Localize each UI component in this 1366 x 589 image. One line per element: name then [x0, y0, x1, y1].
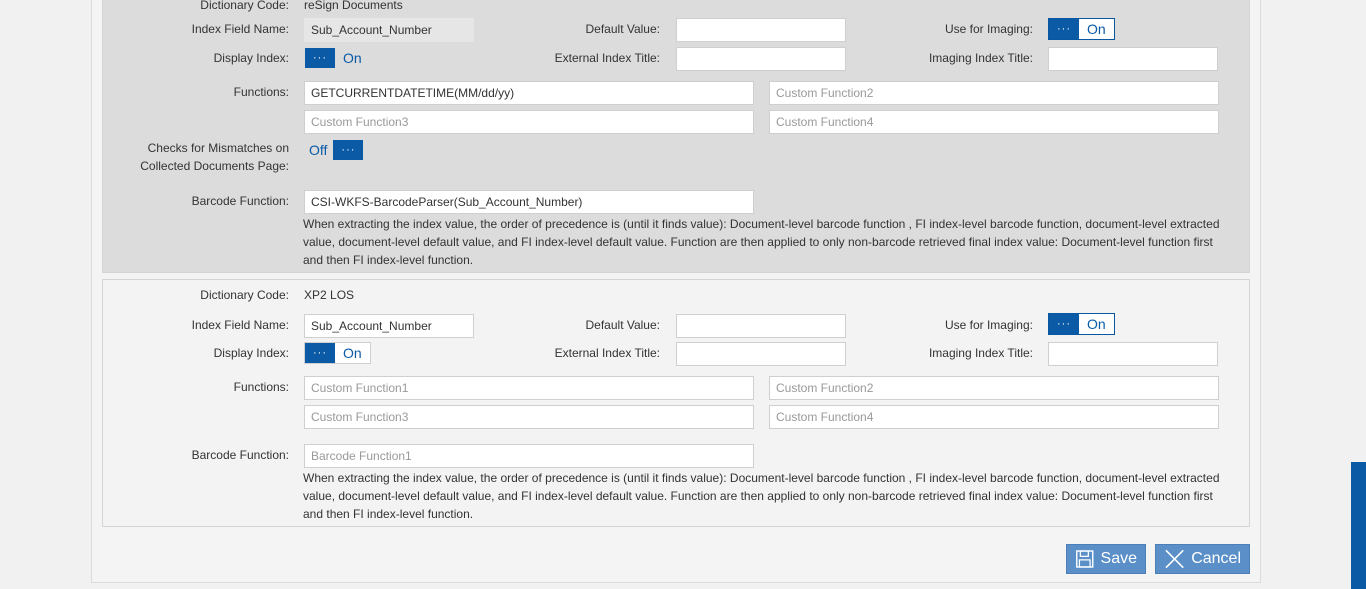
- note-line: value, document-level default value, and…: [303, 235, 1213, 249]
- toggle-handle-icon: ···: [1049, 314, 1079, 334]
- imaging-index-title-input[interactable]: [1048, 342, 1218, 366]
- cancel-label: Cancel: [1191, 550, 1241, 567]
- external-index-title-input[interactable]: [676, 342, 846, 366]
- index-mapping-section-2: Dictionary Code: XP2 LOS Index Field Nam…: [102, 279, 1250, 527]
- imaging-index-title-label: Imaging Index Title:: [928, 51, 1033, 65]
- barcode-function-input[interactable]: Barcode Function1: [304, 444, 754, 468]
- function2-input[interactable]: Custom Function2: [769, 81, 1219, 105]
- close-icon: [1165, 549, 1184, 569]
- barcode-function-input[interactable]: CSI-WKFS-BarcodeParser(Sub_Account_Numbe…: [304, 190, 754, 214]
- index-field-name-label: Index Field Name:: [191, 318, 289, 332]
- default-value-label: Default Value:: [585, 22, 661, 36]
- index-field-name-field: Sub_Account_Number: [304, 18, 474, 42]
- external-index-title-input[interactable]: [676, 47, 846, 71]
- default-value-input[interactable]: [676, 314, 846, 338]
- index-mapping-section-1: Dictionary Code: reSign Documents Index …: [102, 0, 1250, 273]
- note-line: When extracting the index value, the ord…: [303, 217, 1220, 231]
- imaging-index-title-label: Imaging Index Title:: [928, 346, 1033, 360]
- toggle-handle-icon: ···: [333, 140, 364, 160]
- toggle-handle-icon: ···: [1049, 19, 1079, 39]
- functions-label: Functions:: [233, 380, 289, 394]
- note-line: and then FI index-level function.: [303, 253, 474, 267]
- save-icon: [1076, 550, 1094, 568]
- mismatch-toggle[interactable]: Off ···: [304, 139, 364, 161]
- dictionary-code-value: XP2 LOS: [304, 288, 355, 302]
- barcode-function-label: Barcode Function:: [191, 194, 289, 208]
- precedence-note: When extracting the index value, the ord…: [303, 469, 1233, 523]
- note-line: When extracting the index value, the ord…: [303, 471, 1220, 485]
- default-value-input[interactable]: [676, 18, 846, 42]
- side-panel-tab[interactable]: [1351, 462, 1366, 589]
- save-button[interactable]: Save: [1066, 544, 1146, 574]
- use-for-imaging-toggle[interactable]: ··· On: [1048, 313, 1115, 335]
- use-for-imaging-label: Use for Imaging:: [944, 22, 1033, 36]
- note-line: value, document-level default value, and…: [303, 489, 1213, 503]
- display-index-label: Display Index:: [213, 51, 289, 65]
- toggle-state: On: [1087, 21, 1106, 37]
- note-line: and then FI index-level function.: [303, 507, 474, 521]
- use-for-imaging-label: Use for Imaging:: [944, 318, 1033, 332]
- mismatch-label-line1: Checks for Mismatches on: [147, 141, 289, 155]
- imaging-index-title-input[interactable]: [1048, 47, 1218, 71]
- toggle-state: On: [343, 345, 362, 361]
- dictionary-code-label: Dictionary Code:: [200, 288, 289, 302]
- toggle-state: On: [343, 50, 362, 66]
- default-value-label: Default Value:: [585, 318, 661, 332]
- external-index-title-label: External Index Title:: [554, 51, 660, 65]
- mismatch-label-line2: Collected Documents Page:: [140, 159, 289, 173]
- use-for-imaging-toggle[interactable]: ··· On: [1048, 18, 1115, 40]
- index-field-name-field: Sub_Account_Number: [304, 314, 474, 338]
- function3-input[interactable]: Custom Function3: [304, 405, 754, 429]
- toggle-handle-icon: ···: [305, 343, 335, 363]
- save-label: Save: [1100, 550, 1137, 567]
- display-index-label: Display Index:: [213, 346, 289, 360]
- dictionary-code-label: Dictionary Code:: [200, 0, 289, 12]
- function1-input[interactable]: Custom Function1: [304, 376, 754, 400]
- external-index-title-label: External Index Title:: [554, 346, 660, 360]
- dictionary-code-value: reSign Documents: [304, 0, 403, 12]
- display-index-toggle[interactable]: ··· On: [304, 47, 371, 69]
- function2-input[interactable]: Custom Function2: [769, 376, 1219, 400]
- toggle-state: Off: [309, 142, 328, 158]
- display-index-toggle[interactable]: ··· On: [304, 342, 371, 364]
- index-field-name-label: Index Field Name:: [191, 22, 289, 36]
- barcode-function-label: Barcode Function:: [191, 448, 289, 462]
- function3-input[interactable]: Custom Function3: [304, 110, 754, 134]
- function1-input[interactable]: GETCURRENTDATETIME(MM/dd/yy): [304, 81, 754, 105]
- function4-input[interactable]: Custom Function4: [769, 110, 1219, 134]
- precedence-note: When extracting the index value, the ord…: [303, 215, 1233, 269]
- toggle-handle-icon: ···: [305, 48, 335, 68]
- toggle-state: On: [1087, 316, 1106, 332]
- functions-label: Functions:: [233, 85, 289, 99]
- function4-input[interactable]: Custom Function4: [769, 405, 1219, 429]
- cancel-button[interactable]: Cancel: [1155, 544, 1250, 574]
